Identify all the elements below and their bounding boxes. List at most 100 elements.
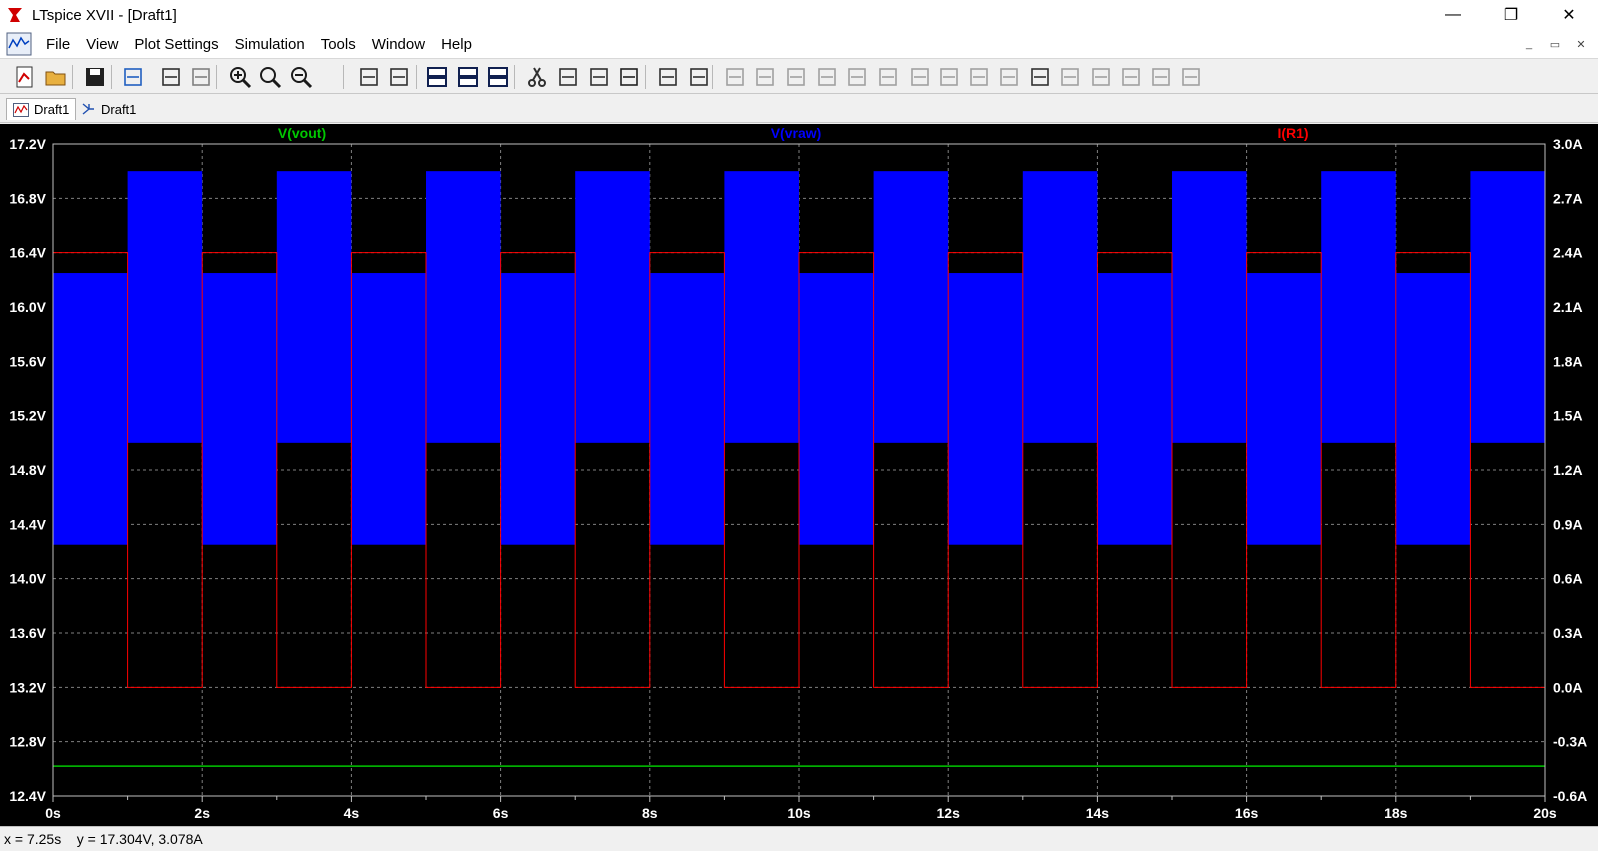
x-tick-label: 18s [1384,805,1408,821]
y-left-tick-label: 14.8V [9,462,46,478]
y-left-tick-label: 15.6V [9,353,46,369]
trace-vraw-band [724,171,799,443]
trace-vraw-band [426,171,501,443]
copy-icon[interactable] [555,64,581,90]
pick-visible-traces-icon[interactable] [386,64,412,90]
tab-label: Draft1 [34,102,70,117]
window-title: LTspice XVII - [Draft1] [32,6,177,24]
label-net-icon[interactable] [783,64,809,90]
inductor-icon[interactable] [875,64,901,90]
waveform-plot-pane[interactable]: 17.2V 16.8V 16.4V 16.0V 15.6V 15.2V 14.8V 14.4V… [0,124,1598,826]
cut-icon[interactable] [524,64,550,90]
trace-label-vvraw: V(vraw) [771,125,822,141]
trace-vraw-band [1246,273,1322,545]
redo-icon[interactable] [1057,64,1083,90]
toolbar [0,58,1598,94]
control-panel-icon[interactable] [120,64,146,90]
minimize-button[interactable]: — [1424,0,1482,30]
zoom-out-icon[interactable] [288,64,314,90]
menu-help[interactable]: Help [433,36,480,53]
cascade-icon[interactable] [486,64,512,90]
menu-view[interactable]: View [78,36,126,53]
close-icon: ✕ [1562,7,1576,24]
component-icon[interactable] [936,64,962,90]
mirror-icon[interactable] [1118,64,1144,90]
menu-plot-settings[interactable]: Plot Settings [126,36,226,53]
y-right-tick-label: 2.1A [1553,299,1583,315]
y-left-tick-label: 14.0V [9,571,46,587]
y-left-tick-label: 12.4V [9,788,46,804]
open-icon[interactable] [43,64,69,90]
save-icon[interactable] [82,64,108,90]
zoom-area-icon[interactable] [257,64,283,90]
y-left-tick-label: 14.4V [9,516,46,532]
trace-vraw-band [1097,273,1172,545]
tile-vertical-icon[interactable] [456,64,482,90]
y-right-tick-label: 3.0A [1553,136,1583,152]
toolbar-separator [416,65,417,89]
trace-vraw-band [127,171,203,443]
zoom-in-icon[interactable] [227,64,253,90]
waveform-plot[interactable]: 17.2V 16.8V 16.4V 16.0V 15.6V 15.2V 14.8V 14.4V… [0,124,1598,826]
title-bar: LTspice XVII - [Draft1] — ❐ ✕ [0,0,1598,30]
trace-vraw-band [873,171,949,443]
y-right-tick-label: 0.0A [1553,679,1583,695]
trace-vraw-band [1172,171,1247,443]
paste-icon[interactable] [586,64,612,90]
print-icon[interactable] [655,64,681,90]
ground-icon[interactable] [752,64,778,90]
document-tab-bar: Draft1 Draft1 [0,95,1598,123]
ltspice-app-icon[interactable] [6,6,24,24]
y-right-tick-label: -0.6A [1553,788,1587,804]
autorange-icon[interactable] [356,64,382,90]
tab-schematic-draft1[interactable]: Draft1 [74,98,142,120]
trace-vraw-band [53,273,128,545]
menu-window[interactable]: Window [364,36,433,53]
y-left-tick-label: 16.4V [9,245,46,261]
print-setup-icon[interactable] [686,64,712,90]
trace-vraw-band [948,273,1023,545]
spice-directive-icon[interactable] [1178,64,1204,90]
doc-restore-button[interactable]: ▭ [1542,38,1568,51]
doc-close-button[interactable]: ✕ [1568,38,1594,51]
toolbar-separator [712,65,713,89]
trace-label-ir1: I(R1) [1277,125,1308,141]
menu-file[interactable]: File [38,36,78,53]
text-icon[interactable] [1148,64,1174,90]
x-tick-label: 12s [937,805,961,821]
trace-vraw-band [575,171,650,443]
resistor-icon[interactable] [814,64,840,90]
y-left-tick-label: 15.2V [9,408,46,424]
minimize-icon: — [1445,6,1461,23]
capacitor-icon[interactable] [844,64,870,90]
y-left-tick-label: 12.8V [9,734,46,750]
drag-icon[interactable] [996,64,1022,90]
y-left-tick-label: 13.2V [9,679,46,695]
find-icon[interactable] [616,64,642,90]
y-right-tick-label: 0.3A [1553,625,1583,641]
halt-icon[interactable] [188,64,214,90]
new-schematic-icon[interactable] [12,64,38,90]
undo-icon[interactable] [1027,64,1053,90]
doc-minimize-button[interactable]: _ [1516,38,1542,50]
x-tick-label: 6s [493,805,509,821]
y-right-tick-label: 2.4A [1553,245,1583,261]
move-icon[interactable] [966,64,992,90]
rotate-icon[interactable] [1088,64,1114,90]
close-button[interactable]: ✕ [1540,0,1598,30]
restore-button[interactable]: ❐ [1482,0,1540,30]
menu-tools[interactable]: Tools [313,36,364,53]
menu-simulation[interactable]: Simulation [227,36,313,53]
tile-horizontal-icon[interactable] [425,64,451,90]
run-icon[interactable] [158,64,184,90]
tab-waveform-draft1[interactable]: Draft1 [6,98,77,120]
trace-ir1 [52,252,1545,688]
y-right-tick-label: 2.7A [1553,190,1583,206]
diode-icon[interactable] [907,64,933,90]
wire-icon[interactable] [722,64,748,90]
waveform-document-icon[interactable] [6,32,32,56]
x-tick-label: 0s [45,805,61,821]
trace-vraw-band [351,273,426,545]
toolbar-separator [72,65,73,89]
toolbar-separator [111,65,112,89]
